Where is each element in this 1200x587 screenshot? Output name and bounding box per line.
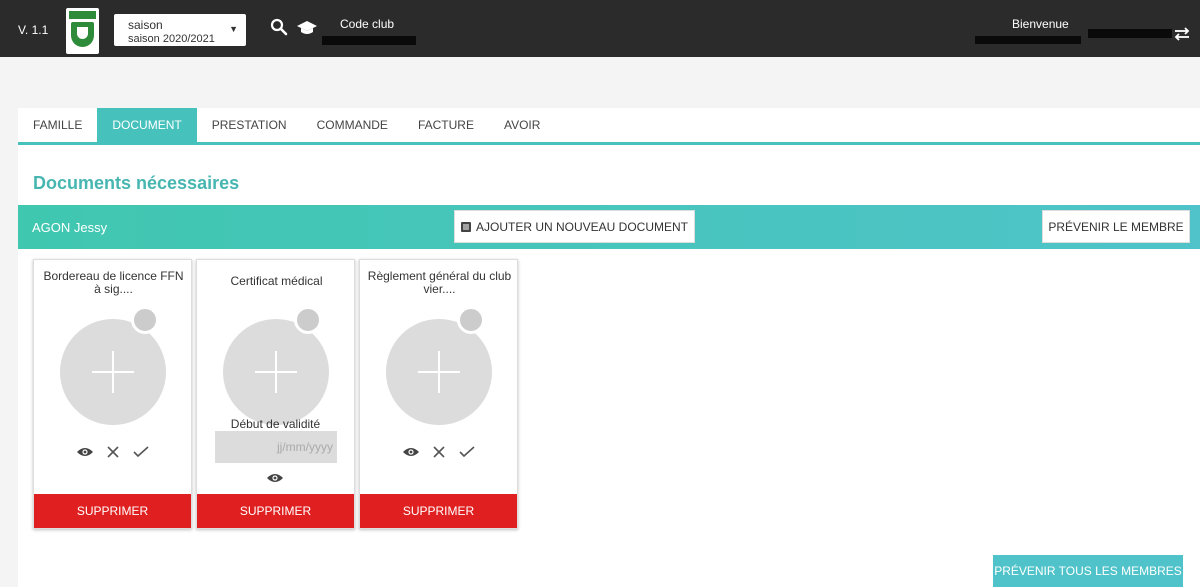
tab-commande[interactable]: COMMANDE — [302, 108, 403, 142]
member-name: AGON Jessy — [32, 220, 108, 235]
tab-famille[interactable]: FAMILLE — [18, 108, 97, 142]
document-title: Certificat médical — [230, 274, 323, 288]
upload-button[interactable] — [60, 319, 166, 425]
document-title: Règlement général du club vier.... — [367, 269, 512, 296]
welcome-value-redacted — [975, 36, 1081, 44]
season-value: saison 2020/2021 — [128, 33, 215, 45]
document-card: Règlement général du club vier.... SUPPR… — [359, 259, 518, 529]
season-label: saison — [128, 18, 163, 32]
member-header-bar: AGON Jessy AJOUTER UN NOUVEAU DOCUMENT P… — [18, 205, 1200, 249]
tab-avoir[interactable]: AVOIR — [489, 108, 555, 142]
eye-icon[interactable] — [266, 470, 284, 486]
code-club-value-redacted — [322, 36, 416, 45]
graduation-cap-icon[interactable] — [297, 20, 317, 36]
caret-down-icon: ▼ — [229, 24, 238, 34]
eye-icon[interactable] — [76, 444, 94, 460]
eye-icon[interactable] — [402, 444, 420, 460]
tab-prestation[interactable]: PRESTATION — [197, 108, 302, 142]
notify-all-members-button[interactable]: PRÉVENIR TOUS LES MEMBRES — [993, 555, 1183, 587]
search-icon[interactable] — [270, 18, 288, 36]
validate-check-icon[interactable] — [132, 444, 150, 460]
add-document-button[interactable]: AJOUTER UN NOUVEAU DOCUMENT — [454, 210, 695, 243]
validity-date-input[interactable] — [215, 431, 337, 463]
welcome-label: Bienvenue — [1012, 17, 1069, 31]
tab-bar: FAMILLE DOCUMENT PRESTATION COMMANDE FAC… — [18, 108, 1200, 145]
document-icon — [460, 221, 471, 232]
validate-check-icon[interactable] — [458, 444, 476, 460]
status-indicator — [457, 306, 485, 334]
club-logo[interactable] — [66, 8, 99, 54]
app-version: V. 1.1 — [18, 23, 49, 37]
document-title: Bordereau de licence FFN à sig.... — [43, 269, 184, 296]
document-actions — [360, 444, 517, 460]
add-document-label: AJOUTER UN NOUVEAU DOCUMENT — [475, 219, 688, 234]
tab-document[interactable]: DOCUMENT — [97, 108, 197, 142]
tab-facture[interactable]: FACTURE — [403, 108, 489, 142]
top-bar: V. 1.1 saison saison 2020/2021 ▼ Code cl… — [0, 0, 1200, 57]
documents-panel: Documents nécessaires AGON Jessy AJOUTER… — [18, 145, 1200, 587]
notify-member-button[interactable]: PRÉVENIR LE MEMBRE — [1042, 210, 1190, 243]
document-card: Certificat médical Début de validité SUP… — [196, 259, 355, 529]
delete-button[interactable]: SUPPRIMER — [197, 494, 354, 528]
code-club-label: Code club — [340, 17, 395, 31]
delete-button[interactable]: SUPPRIMER — [360, 494, 517, 528]
status-indicator — [294, 306, 322, 334]
reject-x-icon[interactable] — [104, 444, 122, 460]
reject-x-icon[interactable] — [430, 444, 448, 460]
status-indicator — [131, 306, 159, 334]
season-select[interactable]: saison saison 2020/2021 ▼ — [114, 14, 246, 46]
document-actions — [34, 444, 191, 460]
upload-button[interactable] — [386, 319, 492, 425]
document-card: Bordereau de licence FFN à sig.... SUPPR… — [33, 259, 192, 529]
delete-button[interactable]: SUPPRIMER — [34, 494, 191, 528]
upload-button[interactable] — [223, 319, 329, 425]
user-name-redacted — [1088, 29, 1172, 38]
validity-label: Début de validité — [230, 417, 321, 431]
switch-arrows-icon[interactable] — [1173, 27, 1191, 41]
page-title: Documents nécessaires — [33, 173, 240, 193]
